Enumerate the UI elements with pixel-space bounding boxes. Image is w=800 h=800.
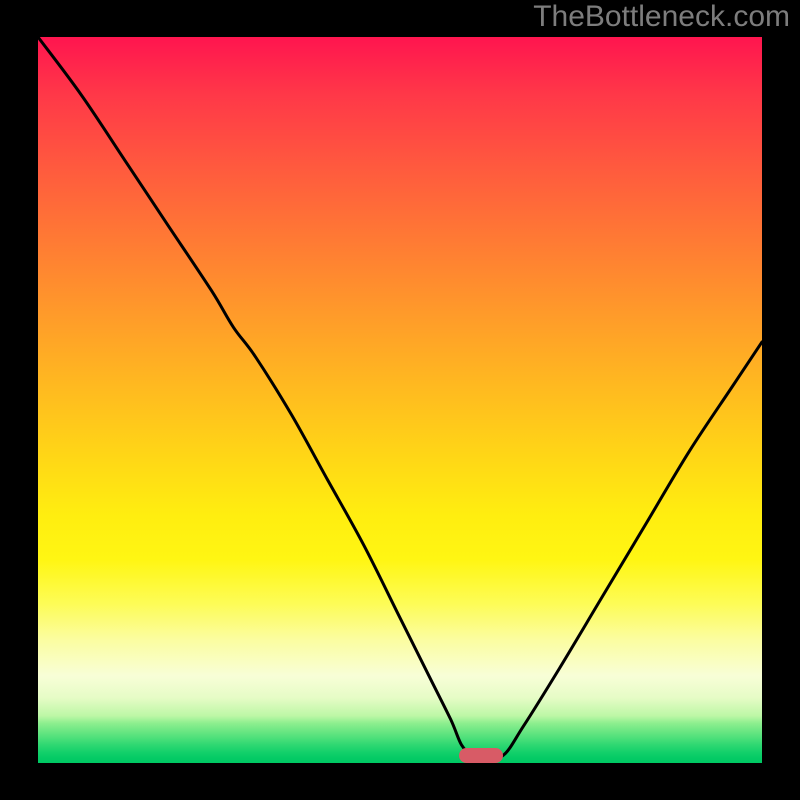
optimum-marker (459, 748, 502, 763)
bottom-border (0, 763, 800, 800)
watermark-text: TheBottleneck.com (0, 0, 800, 37)
plot-area (38, 37, 762, 763)
right-border (762, 37, 800, 763)
bottleneck-curve (38, 37, 762, 763)
left-border (0, 37, 38, 763)
chart-frame: TheBottleneck.com (0, 0, 800, 800)
